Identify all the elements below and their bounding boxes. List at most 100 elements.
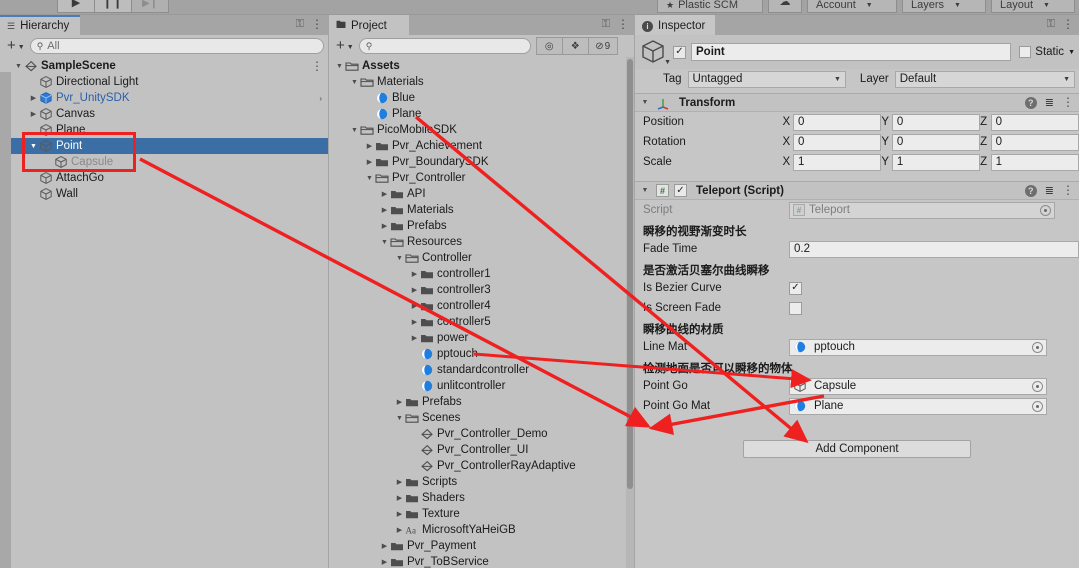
step-button[interactable]: ▶❙ xyxy=(131,0,169,13)
project-tree[interactable]: ▼ Assets ▼ Materials Blue Plane ▼ PicoMobileSDK… xyxy=(329,57,634,568)
twisty-collapsed-icon[interactable]: ▶ xyxy=(394,526,405,534)
preset-icon[interactable]: ≣ xyxy=(1045,96,1054,109)
label-filter-icon[interactable]: ❖ xyxy=(561,37,589,55)
object-directional-light[interactable]: Directional Light xyxy=(0,74,328,90)
chevron-down-icon[interactable]: ▼ xyxy=(664,59,671,66)
folder-resources[interactable]: ▼ Resources xyxy=(329,234,634,250)
object-picker-icon[interactable] xyxy=(1032,341,1043,353)
folder-power[interactable]: ▶ power xyxy=(329,330,634,346)
material-unlitcontroller[interactable]: unlitcontroller xyxy=(329,378,634,394)
scene-pvr-controller-demo[interactable]: Pvr_Controller_Demo xyxy=(329,426,634,442)
preset-icon[interactable]: ≣ xyxy=(1045,184,1054,197)
transform-position-y-input[interactable]: 0 xyxy=(891,113,981,131)
panel-menu-icon[interactable]: ⋮ xyxy=(1062,18,1074,30)
folder-ctrl-prefabs[interactable]: ▶ Prefabs xyxy=(329,218,634,234)
layout-dropdown[interactable]: Layout ▼ xyxy=(991,0,1075,13)
account-dropdown[interactable]: Account ▼ xyxy=(807,0,897,13)
twisty-expanded-icon[interactable]: ▼ xyxy=(394,255,405,262)
folder-pvr-controller[interactable]: ▼ Pvr_Controller xyxy=(329,170,634,186)
twisty-collapsed-icon[interactable]: ▶ xyxy=(409,334,420,342)
help-icon[interactable]: ? xyxy=(1024,96,1037,109)
chevron-down-icon[interactable]: ▼ xyxy=(1068,49,1075,56)
hidden-count-icon[interactable]: ⊘ 9 xyxy=(587,37,618,55)
tab-inspector[interactable]: i Inspector xyxy=(635,15,716,35)
point-go-object-field[interactable]: Capsule xyxy=(789,377,1047,395)
twisty-collapsed-icon[interactable]: ▶ xyxy=(28,94,39,102)
twisty-collapsed-icon[interactable]: ▶ xyxy=(364,158,375,166)
folder-pvr-tobservice[interactable]: ▶ Pvr_ToBService xyxy=(329,554,634,568)
folder-controller5[interactable]: ▶ controller5 xyxy=(329,314,634,330)
project-scrollbar[interactable] xyxy=(626,57,634,568)
twisty-collapsed-icon[interactable]: ▶ xyxy=(379,190,390,198)
teleport-component-header[interactable]: ▼ # ✓ Teleport (Script) ? ≣ ⋮ xyxy=(635,181,1079,200)
transform-position-z-input[interactable]: 0 xyxy=(990,113,1079,131)
play-button[interactable]: ▶ xyxy=(57,0,95,13)
lock-icon[interactable]: ⚿ xyxy=(602,18,610,31)
panel-menu-icon[interactable]: ⋮ xyxy=(311,18,323,30)
twisty-expanded-icon[interactable]: ▼ xyxy=(13,63,24,70)
pause-button[interactable]: ❙❙ xyxy=(94,0,132,13)
twisty-collapsed-icon[interactable]: ▶ xyxy=(409,286,420,294)
object-picker-icon[interactable] xyxy=(1032,400,1043,412)
scene-pvr-controllerrayadaptive[interactable]: Pvr_ControllerRayAdaptive xyxy=(329,458,634,474)
folder-materials[interactable]: ▼ Materials xyxy=(329,74,634,90)
twisty-collapsed-icon[interactable]: ▶ xyxy=(409,270,420,278)
material-standardcontroller[interactable]: standardcontroller xyxy=(329,362,634,378)
tab-project[interactable]: 🖿 Project xyxy=(329,15,409,35)
material-plane[interactable]: Plane xyxy=(329,106,634,122)
line-mat-object-field[interactable]: pptouch xyxy=(789,338,1047,356)
is-screen-fade-checkbox[interactable] xyxy=(789,301,802,315)
component-menu-icon[interactable]: ⋮ xyxy=(1062,96,1074,108)
object-canvas[interactable]: ▶ Canvas xyxy=(0,106,328,122)
folder-pvr-payment[interactable]: ▶ Pvr_Payment xyxy=(329,538,634,554)
twisty-expanded-icon[interactable]: ▼ xyxy=(394,415,405,422)
object-attachgo[interactable]: AttachGo xyxy=(0,170,328,186)
transform-scale-z-input[interactable]: 1 xyxy=(990,153,1079,171)
create-dropdown[interactable]: + ▼ xyxy=(4,37,27,56)
folder-scripts[interactable]: ▶ Scripts xyxy=(329,474,634,490)
transform-scale-y-input[interactable]: 1 xyxy=(891,153,981,171)
twisty-expanded-icon[interactable]: ▼ xyxy=(364,175,375,182)
transform-scale-x-input[interactable]: 1 xyxy=(792,153,882,171)
teleport-twisty-icon[interactable]: ▼ xyxy=(639,187,651,194)
object-picker-icon[interactable] xyxy=(1032,380,1043,392)
twisty-collapsed-icon[interactable]: ▶ xyxy=(409,302,420,310)
material-blue[interactable]: Blue xyxy=(329,90,634,106)
plastic-scm-button[interactable]: ★ Plastic SCM xyxy=(657,0,763,13)
twisty-expanded-icon[interactable]: ▼ xyxy=(334,63,345,70)
project-search-input[interactable]: ⚲ xyxy=(358,38,531,54)
layers-dropdown[interactable]: Layers ▼ xyxy=(902,0,986,13)
cloud-button[interactable]: ☁ xyxy=(768,0,802,13)
twisty-collapsed-icon[interactable]: ▶ xyxy=(364,142,375,150)
twisty-collapsed-icon[interactable]: ▶ xyxy=(394,510,405,518)
transform-component-header[interactable]: ▼ Transform ? ≣ ⋮ xyxy=(635,93,1079,112)
point-go-mat-object-field[interactable]: Plane xyxy=(789,397,1047,415)
twisty-collapsed-icon[interactable]: ▶ xyxy=(394,478,405,486)
twisty-collapsed-icon[interactable]: ▶ xyxy=(394,494,405,502)
object-pvr-unity-sdk[interactable]: ▶ Pvr_UnitySDK › xyxy=(0,90,328,106)
panel-menu-icon[interactable]: ⋮ xyxy=(617,18,629,30)
script-object-field[interactable]: # Teleport xyxy=(789,201,1055,219)
scene-menu-icon[interactable]: ⋮ xyxy=(311,60,323,72)
object-wall[interactable]: Wall xyxy=(0,186,328,202)
add-component-button[interactable]: Add Component xyxy=(743,440,971,458)
teleport-enabled-checkbox[interactable]: ✓ xyxy=(674,184,687,197)
font-microsoftyaheigb[interactable]: ▶ Aa MicrosoftYaHeiGB xyxy=(329,522,634,538)
twisty-collapsed-icon[interactable]: ▶ xyxy=(394,398,405,406)
is-bezier-curve-checkbox[interactable]: ✓ xyxy=(789,281,802,295)
folder-pvr-achievement[interactable]: ▶ Pvr_Achievement xyxy=(329,138,634,154)
folder-assets[interactable]: ▼ Assets xyxy=(329,58,634,74)
folder-pvr-boundarysdk[interactable]: ▶ Pvr_BoundarySDK xyxy=(329,154,634,170)
folder-api[interactable]: ▶ API xyxy=(329,186,634,202)
lock-icon[interactable]: ⚿ xyxy=(296,18,304,31)
transform-rotation-z-input[interactable]: 0 xyxy=(990,133,1079,151)
object-name-input[interactable]: Point xyxy=(691,43,1012,61)
transform-position-x-input[interactable]: 0 xyxy=(792,113,882,131)
twisty-collapsed-icon[interactable]: ▶ xyxy=(409,318,420,326)
folder-shaders[interactable]: ▶ Shaders xyxy=(329,490,634,506)
chevron-right-icon[interactable]: › xyxy=(319,94,322,103)
tag-dropdown[interactable]: Untagged ▼ xyxy=(687,70,846,88)
folder-controller1[interactable]: ▶ controller1 xyxy=(329,266,634,282)
static-toggle[interactable]: Static ▼ xyxy=(1019,46,1075,58)
packages-filter-icon[interactable]: ◎ xyxy=(535,37,563,55)
